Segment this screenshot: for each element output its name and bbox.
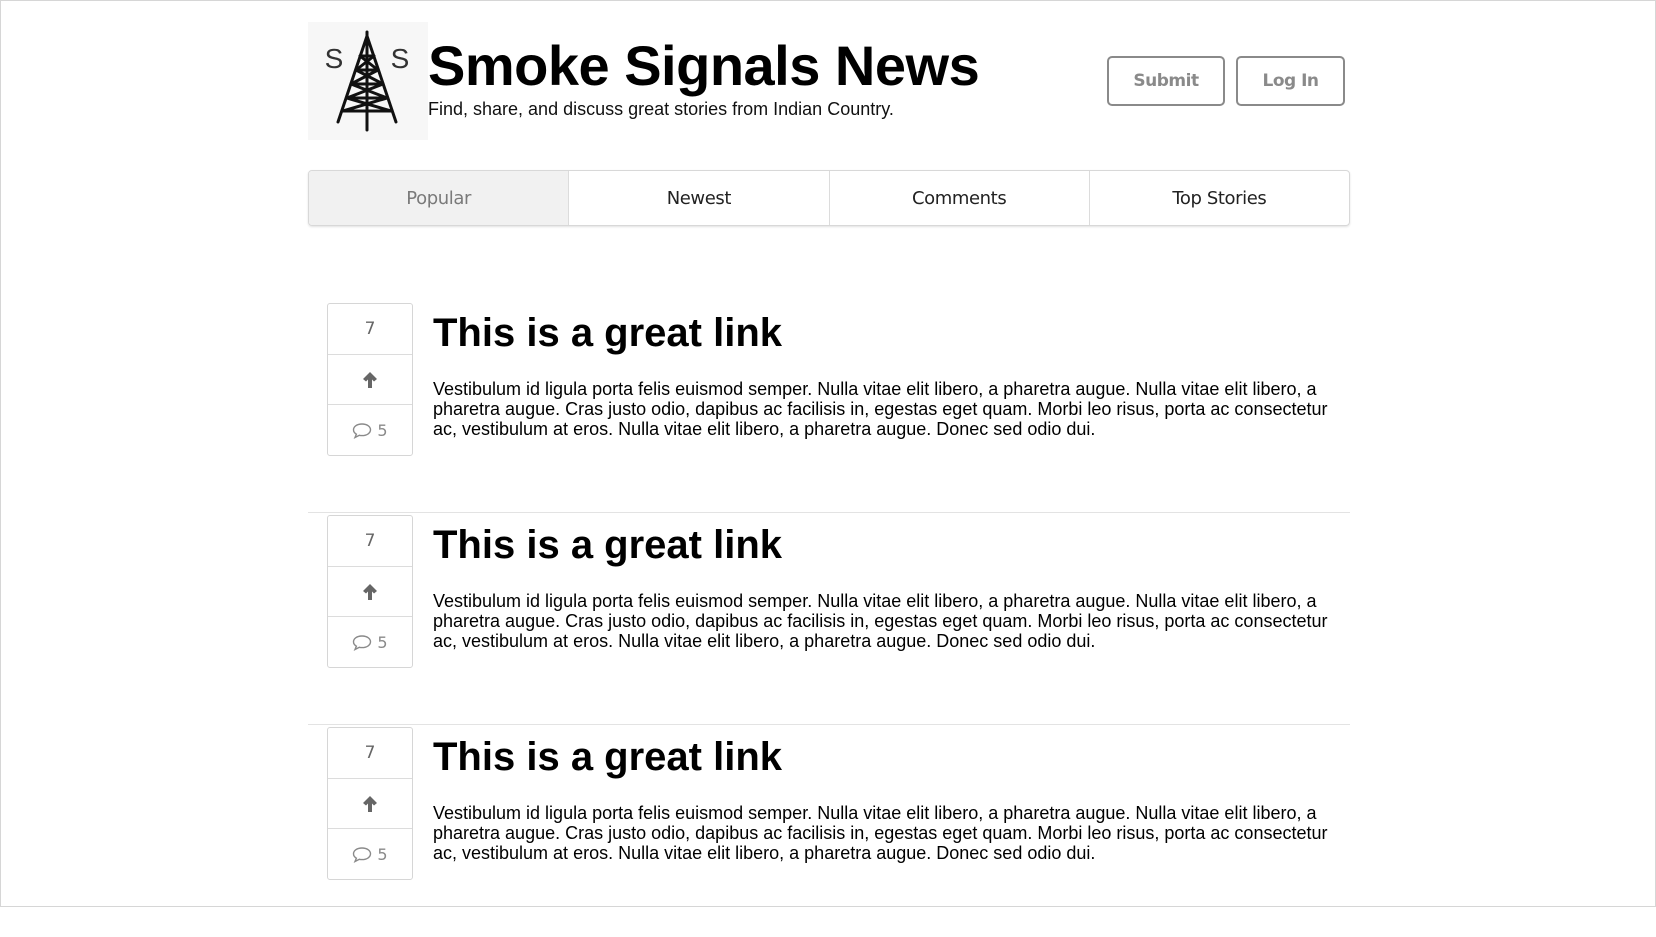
- upvote-button[interactable]: [328, 777, 412, 829]
- story-title-link[interactable]: This is a great link: [433, 521, 782, 569]
- arrow-up-icon: [363, 371, 377, 388]
- submit-button[interactable]: Submit: [1107, 56, 1225, 106]
- site-logo[interactable]: S S: [308, 22, 428, 140]
- tab-top-stories[interactable]: Top Stories: [1088, 171, 1349, 225]
- comments-link[interactable]: 5: [328, 404, 412, 455]
- vote-count: 7: [364, 530, 376, 551]
- speech-bubble-icon: [353, 846, 372, 863]
- comment-count: 5: [377, 632, 388, 652]
- logo-letter-right: S: [391, 43, 410, 74]
- sort-tabs: Popular Newest Comments Top Stories: [308, 170, 1350, 226]
- arrow-up-icon: [363, 795, 377, 812]
- upvote-button[interactable]: [328, 353, 412, 405]
- story-item: 7 5 This is a great link Vestibulum id l…: [308, 725, 1350, 937]
- vote-count: 7: [364, 318, 376, 339]
- story-item: 7 5 This is a great link Vestibulum id l…: [308, 301, 1350, 513]
- vote-count: 7: [364, 742, 376, 763]
- tab-popular[interactable]: Popular: [309, 171, 569, 225]
- story-summary: Vestibulum id ligula porta felis euismod…: [433, 591, 1328, 651]
- vote-box: 7 5: [327, 303, 413, 456]
- comments-link[interactable]: 5: [328, 828, 412, 879]
- site-title[interactable]: Smoke Signals News: [428, 31, 980, 101]
- login-button[interactable]: Log In: [1236, 56, 1345, 106]
- story-title-link[interactable]: This is a great link: [433, 733, 782, 781]
- comment-count: 5: [377, 420, 388, 440]
- speech-bubble-icon: [353, 634, 372, 651]
- upvote-button[interactable]: [328, 565, 412, 617]
- arrow-up-icon: [363, 583, 377, 600]
- logo-letter-left: S: [325, 43, 344, 74]
- story-summary: Vestibulum id ligula porta felis euismod…: [433, 803, 1328, 863]
- story-list: 7 5 This is a great link Vestibulum id l…: [308, 301, 1350, 937]
- site-tagline: Find, share, and discuss great stories f…: [428, 99, 894, 119]
- tab-comments[interactable]: Comments: [828, 171, 1089, 225]
- vote-box: 7 5: [327, 515, 413, 668]
- story-item: 7 5 This is a great link Vestibulum id l…: [308, 513, 1350, 725]
- story-summary: Vestibulum id ligula porta felis euismod…: [433, 379, 1328, 439]
- vote-box: 7 5: [327, 727, 413, 880]
- tab-newest[interactable]: Newest: [568, 171, 828, 225]
- radio-tower-icon: S S: [325, 30, 410, 132]
- comments-link[interactable]: 5: [328, 616, 412, 667]
- comment-count: 5: [377, 844, 388, 864]
- speech-bubble-icon: [353, 422, 372, 439]
- story-title-link[interactable]: This is a great link: [433, 309, 782, 357]
- page-container: S S Smoke Signals News Find, share, and …: [308, 1, 1350, 880]
- site-header: S S Smoke Signals News Find, share, and …: [308, 1, 1350, 161]
